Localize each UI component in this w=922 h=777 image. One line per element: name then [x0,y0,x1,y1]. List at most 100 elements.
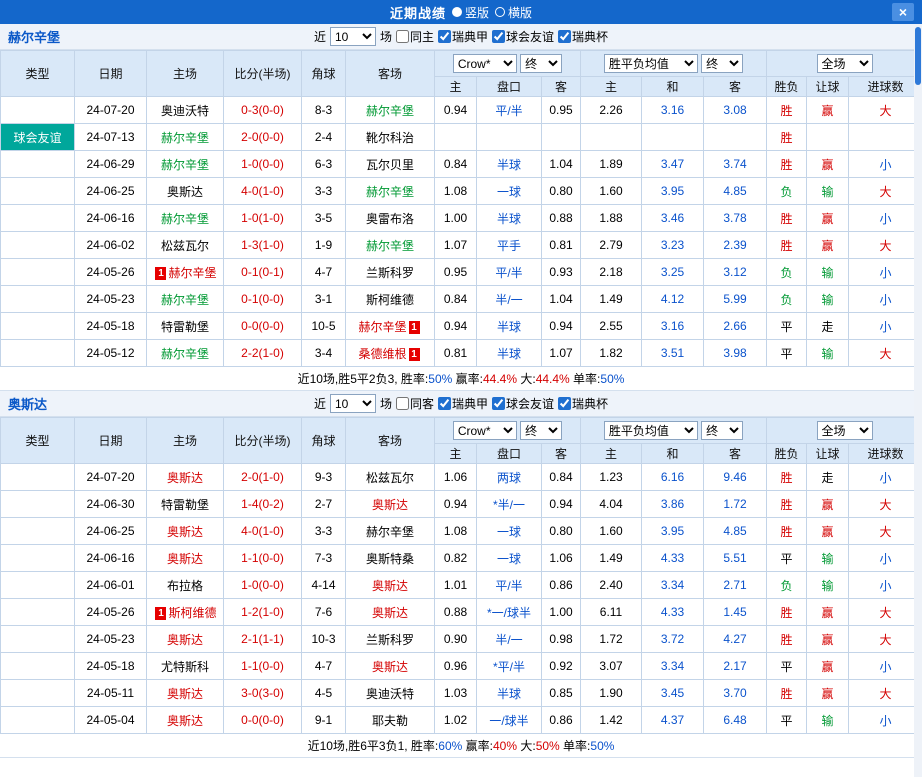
home-team[interactable]: 尤特斯科 [146,652,224,680]
home-team[interactable]: 奥迪沃特 [146,96,224,124]
cup-checkbox[interactable] [558,397,572,410]
match-count-select[interactable]: 10 [329,27,376,46]
match-row[interactable]: 瑞典甲 24-05-26 1 斯柯维德 1-2(1-0) 7-6 奥斯达 0.88… [0,598,922,626]
same-venue-checkbox[interactable] [395,397,409,410]
full-match-select[interactable]: 全场 [816,421,873,440]
home-team[interactable]: 布拉格 [146,571,224,599]
match-row[interactable]: 瑞典甲 24-06-01 布拉格 1-0(0-0) 4-14 奥斯达 1.01 … [0,571,922,599]
avg-final-select[interactable]: 终 [701,421,744,440]
away-team[interactable]: 奥斯达 [345,598,435,626]
match-row[interactable]: 瑞典甲 24-05-18 尤特斯科 1-1(0-0) 4-7 奥斯达 0.96 … [0,652,922,680]
home-team[interactable]: 奥斯达 [146,463,224,491]
landscape-radio[interactable]: 横版 [495,4,532,21]
league-filter[interactable]: 瑞典甲 [438,28,488,45]
same-venue-checkbox[interactable] [395,30,409,43]
match-row[interactable]: 瑞典甲 24-06-16 奥斯达 1-1(0-0) 7-3 奥斯特桑 0.82 … [0,544,922,572]
friendly-filter[interactable]: 球会友谊 [492,395,554,412]
cup-filter[interactable]: 瑞典杯 [558,28,608,45]
league-badge: 瑞典甲 [0,598,75,626]
match-row[interactable]: 瑞典甲 24-07-20 奥斯达 2-0(1-0) 9-3 松兹瓦尔 1.06 … [0,463,922,491]
same-venue-filter[interactable]: 同客 [395,395,434,412]
match-row[interactable]: 瑞典甲 24-05-23 赫尔辛堡 0-1(0-0) 3-1 斯柯维德 0.84… [0,285,922,313]
away-team[interactable]: 奥雷布洛 [345,204,435,232]
summary-part: 40% [492,739,518,753]
match-row[interactable]: 瑞典甲 24-05-26 1 赫尔辛堡 0-1(0-1) 4-7 兰斯科罗 0.9… [0,258,922,286]
same-venue-filter[interactable]: 同主 [395,28,434,45]
home-team[interactable]: 1 赫尔辛堡 [146,258,224,286]
final-odds-select[interactable]: 终 [520,54,563,73]
home-team[interactable]: 赫尔辛堡 [146,339,224,367]
friendly-checkbox[interactable] [492,397,506,410]
away-team[interactable]: 赫尔辛堡 [345,517,435,545]
odds-company-select[interactable]: Crow* [452,54,517,73]
match-row[interactable]: 瑞典甲 24-05-23 奥斯达 2-1(1-1) 10-3 兰斯科罗 0.90… [0,625,922,653]
away-team[interactable]: 靴尔科治 [345,123,435,151]
away-team[interactable]: 奥斯达 [345,490,435,518]
home-team[interactable]: 奥斯达 [146,679,224,707]
away-team[interactable]: 赫尔辛堡 [345,231,435,259]
friendly-filter[interactable]: 球会友谊 [492,28,554,45]
final-odds-select[interactable]: 终 [520,421,563,440]
match-row[interactable]: 瑞典甲 24-06-02 松兹瓦尔 1-3(1-0) 1-9 赫尔辛堡 1.07… [0,231,922,259]
home-team[interactable]: 奥斯达 [146,517,224,545]
match-count-select[interactable]: 10 [329,394,376,413]
home-team[interactable]: 奥斯达 [146,544,224,572]
friendly-checkbox[interactable] [492,30,506,43]
avg-odds-select[interactable]: 胜平负均值 [603,421,698,440]
avg-odds-select[interactable]: 胜平负均值 [603,54,698,73]
home-team[interactable]: 特雷勒堡 [146,490,224,518]
home-team[interactable]: 松兹瓦尔 [146,231,224,259]
match-row[interactable]: 瑞典甲 24-05-12 赫尔辛堡 2-2(1-0) 3-4 桑德维根 1 0.8… [0,339,922,367]
league-filter[interactable]: 瑞典甲 [438,395,488,412]
match-row[interactable]: 瑞典甲 24-07-20 奥迪沃特 0-3(0-0) 8-3 赫尔辛堡 0.94… [0,96,922,124]
home-team[interactable]: 奥斯达 [146,625,224,653]
full-match-select[interactable]: 全场 [816,54,873,73]
home-team[interactable]: 奥斯达 [146,177,224,205]
home-team[interactable]: 赫尔辛堡 [146,150,224,178]
match-row[interactable]: 球会友谊 24-07-13 赫尔辛堡 2-0(0-0) 2-4 靴尔科治 胜 [0,123,922,151]
close-button[interactable]: × [892,3,914,21]
portrait-radio[interactable]: 竖版 [451,4,489,21]
away-team[interactable]: 赫尔辛堡 1 [345,312,435,340]
away-team[interactable]: 松兹瓦尔 [345,463,435,491]
home-team[interactable]: 1 斯柯维德 [146,598,224,626]
home-team[interactable]: 赫尔辛堡 [146,204,224,232]
home-team[interactable]: 赫尔辛堡 [146,285,224,313]
league-checkbox[interactable] [438,30,451,43]
away-team[interactable]: 奥迪沃特 [345,679,435,707]
odds-company-select[interactable]: Crow* [452,421,517,440]
cup-filter[interactable]: 瑞典杯 [558,395,608,412]
match-row[interactable]: 瑞典甲 24-06-29 赫尔辛堡 1-0(0-0) 6-3 瓦尔贝里 0.84… [0,150,922,178]
cup-checkbox[interactable] [558,30,572,43]
match-row[interactable]: 瑞典甲 24-06-25 奥斯达 4-0(1-0) 3-3 赫尔辛堡 1.08 … [0,517,922,545]
home-team[interactable]: 特雷勒堡 [146,312,224,340]
away-team[interactable]: 斯柯维德 [345,285,435,313]
match-row[interactable]: 瑞典甲 24-05-18 特雷勒堡 0-0(0-0) 10-5 赫尔辛堡 1 0.… [0,312,922,340]
match-row[interactable]: 瑞典甲 24-06-30 特雷勒堡 1-4(0-2) 2-7 奥斯达 0.94 … [0,490,922,518]
radio-selected-icon[interactable] [451,7,462,17]
summary-part: 44.4% [482,372,518,386]
match-row[interactable]: 瑞典甲 24-06-16 赫尔辛堡 1-0(1-0) 3-5 奥雷布洛 1.00… [0,204,922,232]
match-row[interactable]: 瑞典甲 24-05-04 奥斯达 0-0(0-0) 9-1 耶夫勒 1.02 一… [0,706,922,734]
away-team[interactable]: 桑德维根 1 [345,339,435,367]
away-team[interactable]: 奥斯达 [345,571,435,599]
home-team[interactable]: 赫尔辛堡 [146,123,224,151]
match-row[interactable]: 瑞典甲 24-05-11 奥斯达 3-0(3-0) 4-5 奥迪沃特 1.03 … [0,679,922,707]
league-checkbox[interactable] [438,397,451,410]
away-team[interactable]: 兰斯科罗 [345,258,435,286]
scrollbar-thumb[interactable] [915,27,921,85]
away-team[interactable]: 瓦尔贝里 [345,150,435,178]
home-team[interactable]: 奥斯达 [146,706,224,734]
match-date: 24-07-20 [74,96,147,124]
away-team[interactable]: 耶夫勒 [345,706,435,734]
away-team[interactable]: 赫尔辛堡 [345,96,435,124]
away-team[interactable]: 赫尔辛堡 [345,177,435,205]
away-team[interactable]: 奥斯达 [345,652,435,680]
avg-final-select[interactable]: 终 [701,54,744,73]
radio-unselected-icon[interactable] [495,7,505,17]
away-team[interactable]: 奥斯特桑 [345,544,435,572]
scrollbar-track[interactable] [914,24,922,777]
match-row[interactable]: 瑞典甲 24-06-25 奥斯达 4-0(1-0) 3-3 赫尔辛堡 1.08 … [0,177,922,205]
score: 2-0(1-0) [223,463,302,491]
away-team[interactable]: 兰斯科罗 [345,625,435,653]
